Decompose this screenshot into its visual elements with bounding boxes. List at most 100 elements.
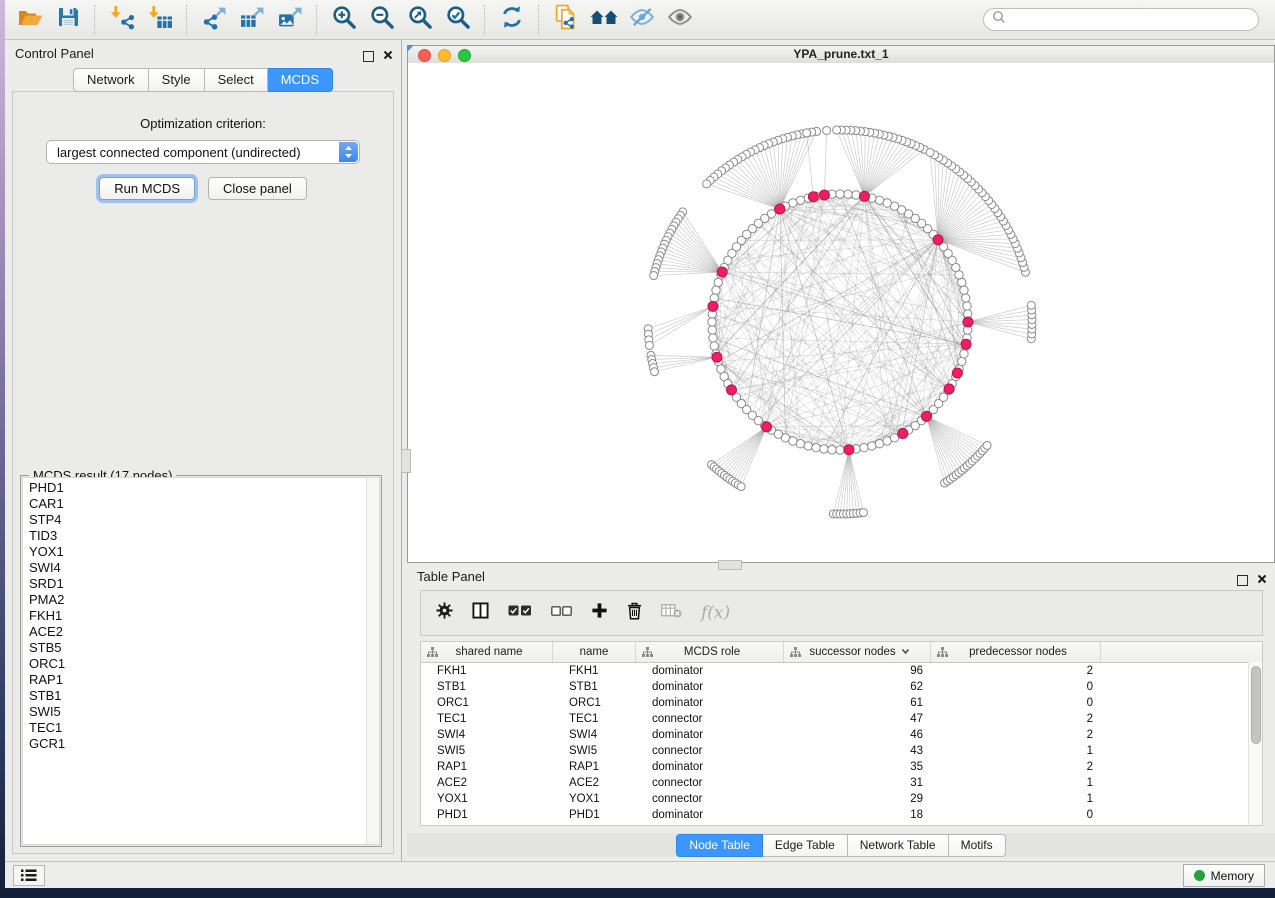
mcds-result-item[interactable]: CAR1 — [23, 496, 379, 512]
close-panel-button[interactable]: Close panel — [208, 177, 307, 200]
table-row[interactable]: TEC1TEC1connector472 — [421, 711, 1262, 727]
import-table-button[interactable] — [144, 2, 176, 38]
table-scrollbar-thumb[interactable] — [1251, 666, 1261, 744]
cell-predecessor-nodes[interactable]: 2 — [931, 761, 1101, 773]
mcds-result-item[interactable]: ORC1 — [23, 656, 379, 672]
table-row[interactable]: YOX1YOX1connector291 — [421, 791, 1262, 807]
cell-successor-nodes[interactable]: 46 — [784, 729, 931, 741]
cell-shared-name[interactable]: FKH1 — [421, 665, 553, 677]
mcds-result-item[interactable]: PMA2 — [23, 592, 379, 608]
cell-shared-name[interactable]: PHD1 — [421, 809, 553, 821]
tab-network[interactable]: Network — [73, 68, 149, 92]
cell-mcds-role[interactable]: connector — [636, 713, 784, 725]
tab-mcds[interactable]: MCDS — [268, 68, 333, 92]
cell-shared-name[interactable]: RAP1 — [421, 761, 553, 773]
cell-successor-nodes[interactable]: 61 — [784, 697, 931, 709]
copy-share-button[interactable] — [550, 2, 582, 38]
delete-column-button[interactable] — [627, 602, 642, 625]
cell-name[interactable]: TEC1 — [553, 713, 636, 725]
table-row[interactable]: PHD1PHD1dominator180 — [421, 807, 1262, 823]
close-table-panel-icon[interactable] — [1257, 571, 1267, 589]
mcds-result-item[interactable]: STP4 — [23, 512, 379, 528]
cell-successor-nodes[interactable]: 62 — [784, 681, 931, 693]
show-all-button[interactable] — [664, 2, 696, 38]
column-header-name[interactable]: name — [553, 642, 636, 662]
export-table-button[interactable] — [236, 2, 268, 38]
mcds-result-item[interactable]: TEC1 — [23, 720, 379, 736]
cell-name[interactable]: STB1 — [553, 681, 636, 693]
deselect-all-button[interactable] — [551, 604, 572, 622]
mcds-result-item[interactable]: YOX1 — [23, 544, 379, 560]
tab-select[interactable]: Select — [205, 68, 268, 92]
mcds-result-item[interactable]: TID3 — [23, 528, 379, 544]
zoom-selected-button[interactable] — [442, 2, 474, 38]
vertical-splitter-handle[interactable] — [401, 449, 411, 473]
cell-name[interactable]: FKH1 — [553, 665, 636, 677]
memory-button[interactable]: Memory — [1183, 864, 1265, 887]
zoom-in-button[interactable] — [328, 2, 360, 38]
cell-mcds-role[interactable]: dominator — [636, 809, 784, 821]
select-all-button[interactable] — [508, 604, 532, 622]
mcds-result-item[interactable]: GCR1 — [23, 736, 379, 752]
cell-shared-name[interactable]: SWI4 — [421, 729, 553, 741]
hide-selected-button[interactable] — [626, 2, 658, 38]
cell-mcds-role[interactable]: dominator — [636, 681, 784, 693]
network-window-titlebar[interactable]: YPA_prune.txt_1 — [408, 46, 1274, 64]
cell-shared-name[interactable]: STB1 — [421, 681, 553, 693]
tab-network-table[interactable]: Network Table — [848, 834, 949, 857]
mcds-result-item[interactable]: STB5 — [23, 640, 379, 656]
cell-shared-name[interactable]: TEC1 — [421, 713, 553, 725]
mcds-result-list[interactable]: PHD1CAR1STP4TID3YOX1SWI4SRD1PMA2FKH1ACE2… — [22, 477, 380, 845]
table-row[interactable]: ORC1ORC1dominator610 — [421, 695, 1262, 711]
tab-style[interactable]: Style — [149, 68, 205, 92]
cell-mcds-role[interactable]: dominator — [636, 761, 784, 773]
column-visibility-button[interactable] — [472, 602, 489, 624]
cell-successor-nodes[interactable]: 96 — [784, 665, 931, 677]
export-image-button[interactable] — [274, 2, 306, 38]
settings-gear-button[interactable] — [436, 602, 453, 624]
mcds-result-item[interactable]: SRD1 — [23, 576, 379, 592]
close-panel-icon[interactable] — [383, 47, 393, 65]
mcds-result-item[interactable]: SWI5 — [23, 704, 379, 720]
horizontal-splitter-handle[interactable] — [718, 560, 742, 570]
float-table-panel-icon[interactable] — [1237, 575, 1248, 586]
cell-name[interactable]: ACE2 — [553, 777, 636, 789]
tab-edge-table[interactable]: Edge Table — [763, 834, 848, 857]
cell-predecessor-nodes[interactable]: 0 — [931, 809, 1101, 821]
cell-successor-nodes[interactable]: 18 — [784, 809, 931, 821]
task-history-button[interactable] — [13, 865, 45, 886]
mcds-result-item[interactable]: SWI4 — [23, 560, 379, 576]
cell-successor-nodes[interactable]: 29 — [784, 793, 931, 805]
import-network-button[interactable] — [106, 2, 138, 38]
cell-mcds-role[interactable]: connector — [636, 777, 784, 789]
mcds-result-item[interactable]: ACE2 — [23, 624, 379, 640]
table-scrollbar[interactable] — [1248, 662, 1262, 825]
refresh-button[interactable] — [496, 2, 528, 38]
table-row[interactable]: STB1STB1dominator620 — [421, 679, 1262, 695]
cell-shared-name[interactable]: ACE2 — [421, 777, 553, 789]
cell-predecessor-nodes[interactable]: 1 — [931, 777, 1101, 789]
cell-predecessor-nodes[interactable]: 1 — [931, 745, 1101, 757]
result-list-scrollbar[interactable] — [366, 478, 379, 844]
run-mcds-button[interactable]: Run MCDS — [99, 177, 195, 200]
cell-predecessor-nodes[interactable]: 0 — [931, 681, 1101, 693]
search-input[interactable] — [1011, 12, 1258, 28]
mcds-result-item[interactable]: RAP1 — [23, 672, 379, 688]
cell-mcds-role[interactable]: connector — [636, 793, 784, 805]
table-row[interactable]: SWI5SWI5connector431 — [421, 743, 1262, 759]
column-header-shared-name[interactable]: shared name — [421, 642, 553, 662]
mcds-result-item[interactable]: PHD1 — [23, 480, 379, 496]
column-header-successor-nodes[interactable]: successor nodes — [784, 642, 931, 662]
table-row[interactable]: SWI4SWI4dominator462 — [421, 727, 1262, 743]
cell-successor-nodes[interactable]: 35 — [784, 761, 931, 773]
cell-predecessor-nodes[interactable]: 1 — [931, 793, 1101, 805]
cell-predecessor-nodes[interactable]: 0 — [931, 697, 1101, 709]
cell-name[interactable]: PHD1 — [553, 809, 636, 821]
cell-shared-name[interactable]: YOX1 — [421, 793, 553, 805]
column-header-predecessor-nodes[interactable]: predecessor nodes — [931, 642, 1101, 662]
cell-successor-nodes[interactable]: 31 — [784, 777, 931, 789]
cell-predecessor-nodes[interactable]: 2 — [931, 729, 1101, 741]
cell-shared-name[interactable]: ORC1 — [421, 697, 553, 709]
zoom-out-button[interactable] — [366, 2, 398, 38]
cell-predecessor-nodes[interactable]: 2 — [931, 665, 1101, 677]
